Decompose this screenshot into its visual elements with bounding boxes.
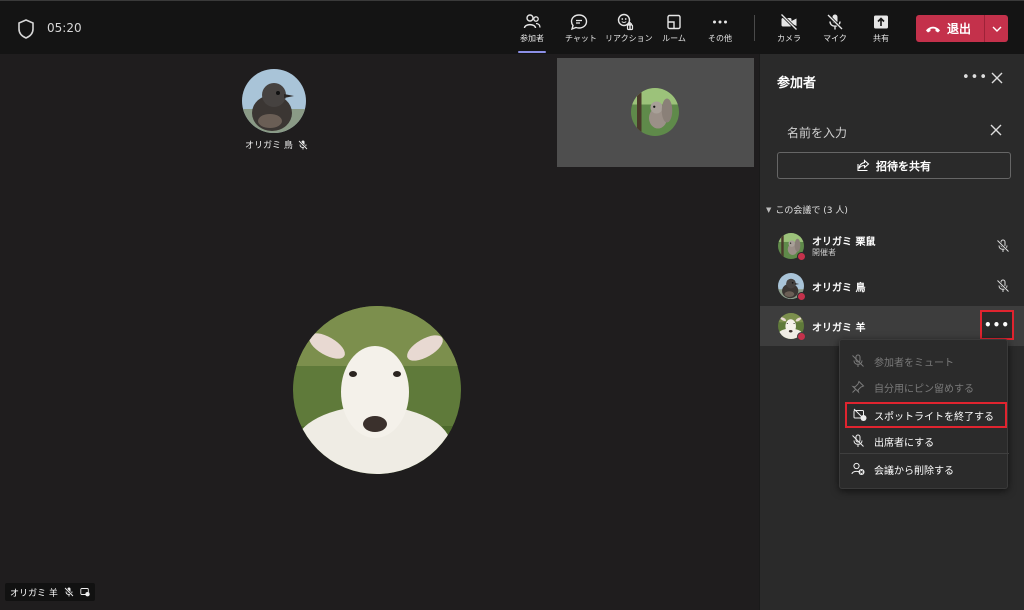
meeting-timer: 05:20 bbox=[47, 21, 82, 35]
people-icon bbox=[523, 14, 541, 29]
menu-item-stop-spotlight[interactable]: スポットライトを終了する bbox=[845, 402, 1007, 428]
caret-down-icon: ▼ bbox=[766, 205, 772, 214]
self-view-thumbnail[interactable] bbox=[557, 58, 754, 167]
participant-role: 開催者 bbox=[812, 248, 836, 257]
clear-search-icon[interactable] bbox=[990, 124, 1002, 136]
meeting-toolbar: 05:20 参加者 チャット リアクション ルーム その他 カメラ マイク 共有… bbox=[0, 0, 1024, 54]
participants-section-header[interactable]: ▼ この会議で (3 人) bbox=[766, 203, 848, 217]
participants-panel: 参加者 ••• 名前を入力 招待を共有 ▼ この会議で (3 人) オリガミ 栗… bbox=[759, 54, 1024, 610]
menu-item-remove-from-meeting[interactable]: 会議から削除する bbox=[840, 456, 1009, 482]
participant-avatar-bird[interactable] bbox=[242, 69, 306, 133]
chat-icon bbox=[570, 14, 588, 31]
leave-options-dropdown[interactable] bbox=[985, 15, 1008, 42]
panel-more-options-button[interactable]: ••• bbox=[962, 70, 988, 85]
participants-button[interactable]: 参加者 bbox=[518, 10, 546, 53]
more-actions-button[interactable]: その他 bbox=[708, 10, 732, 50]
toolbar-divider bbox=[754, 15, 755, 41]
mic-off-icon bbox=[852, 354, 864, 367]
status-dot bbox=[797, 252, 806, 261]
participant-context-menu: 参加者をミュート 自分用にピン留めする スポットライトを終了する 出席者にする … bbox=[839, 339, 1009, 489]
spotlight-icon bbox=[80, 588, 90, 597]
menu-divider bbox=[840, 453, 1009, 454]
camera-button[interactable]: カメラ bbox=[777, 10, 801, 50]
participant-avatar-squirrel bbox=[631, 88, 679, 136]
participant-name-tag-bottom: オリガミ 羊 bbox=[5, 583, 95, 601]
participant-row-squirrel[interactable]: オリガミ 栗鼠 開催者 bbox=[760, 226, 1024, 266]
panel-title: 参加者 bbox=[777, 76, 817, 91]
video-stage: オリガミ 鳥 オリガミ 羊 bbox=[0, 54, 759, 610]
menu-item-make-attendee[interactable]: 出席者にする bbox=[840, 428, 1009, 454]
stop-spotlight-icon bbox=[853, 408, 867, 421]
status-dot bbox=[797, 332, 806, 341]
chevron-down-icon bbox=[992, 26, 1001, 32]
shield-icon[interactable] bbox=[17, 19, 35, 39]
participant-name-tag-top: オリガミ 鳥 bbox=[245, 138, 308, 151]
reactions-button[interactable]: リアクション bbox=[605, 10, 653, 50]
hang-up-icon bbox=[926, 26, 940, 32]
rooms-button[interactable]: ルーム bbox=[662, 10, 686, 50]
camera-off-icon bbox=[780, 13, 798, 31]
more-horizontal-icon bbox=[713, 20, 727, 24]
status-dot bbox=[797, 292, 806, 301]
participant-name: オリガミ 羊 bbox=[812, 323, 866, 334]
participant-name: オリガミ 栗鼠 bbox=[812, 237, 876, 248]
spotlight-avatar-sheep[interactable] bbox=[293, 306, 461, 474]
reaction-icon bbox=[617, 13, 634, 31]
share-icon bbox=[857, 159, 870, 172]
participant-more-options-button[interactable]: ••• bbox=[980, 310, 1014, 340]
menu-item-mute-participant[interactable]: 参加者をミュート bbox=[840, 348, 1009, 374]
mic-off-icon bbox=[996, 279, 1010, 293]
pin-icon bbox=[851, 380, 865, 394]
mic-off-icon bbox=[852, 434, 864, 447]
leave-button[interactable]: 退出 bbox=[916, 15, 984, 42]
mic-off-icon bbox=[826, 13, 844, 31]
mic-off-icon bbox=[996, 239, 1010, 253]
mic-button[interactable]: マイク bbox=[823, 10, 847, 50]
share-invite-button[interactable]: 招待を共有 bbox=[777, 152, 1011, 179]
share-screen-icon bbox=[874, 15, 888, 29]
share-screen-button[interactable]: 共有 bbox=[870, 10, 892, 50]
participant-row-bird[interactable]: オリガミ 鳥 bbox=[760, 266, 1024, 306]
participant-search-input[interactable]: 名前を入力 bbox=[787, 124, 847, 141]
close-icon[interactable] bbox=[990, 71, 1004, 85]
chat-button[interactable]: チャット bbox=[565, 10, 597, 50]
remove-person-icon bbox=[851, 462, 865, 475]
rooms-icon bbox=[667, 14, 681, 30]
mic-off-icon bbox=[64, 587, 74, 597]
menu-item-pin-for-me[interactable]: 自分用にピン留めする bbox=[840, 374, 1009, 400]
mic-off-icon bbox=[298, 139, 308, 150]
leave-button-group: 退出 bbox=[916, 15, 1008, 42]
participant-name: オリガミ 鳥 bbox=[812, 283, 866, 294]
